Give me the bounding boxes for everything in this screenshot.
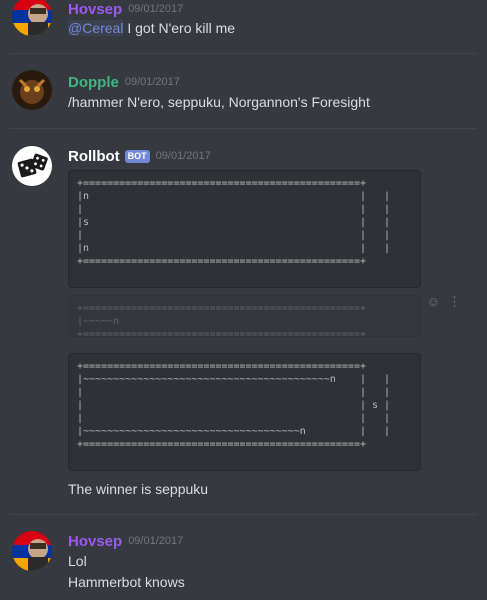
user-mention[interactable]: @Cereal [68,20,124,36]
bot-badge: BOT [124,149,150,163]
message-content: /hammer N'ero, seppuku, Norgannon's Fore… [68,94,370,110]
avatar[interactable] [12,70,52,110]
code-block: +=======================================… [68,353,421,471]
username[interactable]: Hovsep [68,533,122,550]
divider [10,53,477,54]
avatar[interactable] [12,146,52,186]
message-content: I got N'ero kill me [123,20,236,36]
message-content: The winner is seppuku [68,481,209,497]
divider [10,128,477,129]
code-block: +=======================================… [68,170,421,288]
message-line: Lol [68,553,87,569]
message-line: Hammerbot knows [68,574,185,590]
timestamp: 09/01/2017 [128,535,184,547]
message-text: @Cereal I got N'ero kill me [68,19,235,37]
dice-icon [12,146,52,186]
avatar[interactable] [12,0,52,36]
username[interactable]: Hovsep [68,1,122,18]
avatar[interactable] [12,531,52,571]
username[interactable]: Rollbot [68,148,120,165]
timestamp: 09/01/2017 [124,76,180,88]
more-options-icon[interactable]: ⋮ [448,294,461,310]
timestamp: 09/01/2017 [128,3,184,15]
divider [10,514,477,515]
code-block-faded: +=======================================… [68,295,421,337]
add-reaction-icon[interactable]: ☺ [427,294,440,310]
username[interactable]: Dopple [68,74,119,91]
message-actions: ☺ ⋮ [427,294,461,310]
timestamp: 09/01/2017 [155,150,211,162]
